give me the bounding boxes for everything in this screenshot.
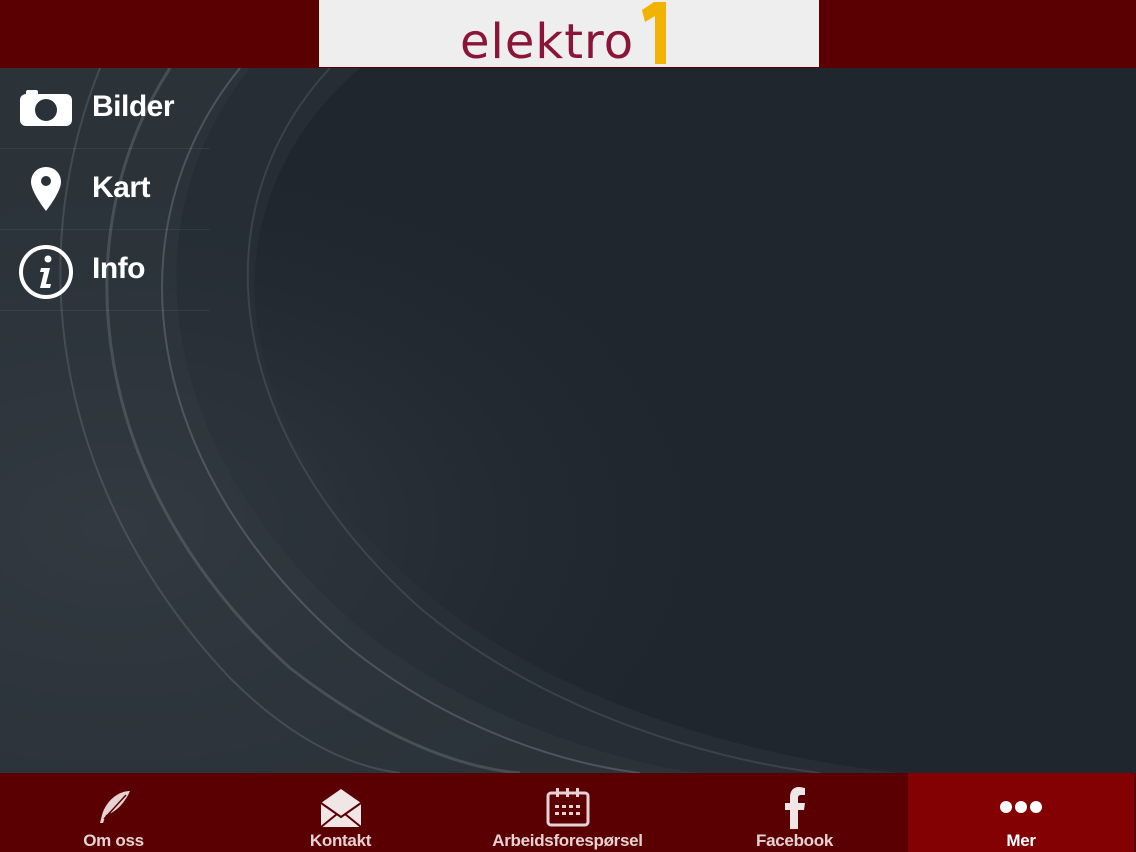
tab-label: Om oss xyxy=(83,831,144,850)
info-icon xyxy=(18,244,74,299)
menu-item-info[interactable]: Info xyxy=(0,230,210,311)
tab-om-oss[interactable]: Om oss xyxy=(0,773,227,852)
menu-item-kart[interactable]: Kart xyxy=(0,149,210,230)
svg-text:elektro: elektro xyxy=(460,14,634,67)
bottom-tab-bar: Om oss Kontakt Arbeidsforespørsel Facebo… xyxy=(0,773,1136,852)
menu-item-label: Bilder xyxy=(92,90,175,123)
menu-item-label: Kart xyxy=(92,171,151,204)
tab-mer[interactable]: Mer xyxy=(908,773,1134,852)
camera-icon xyxy=(18,82,74,134)
menu-item-bilder[interactable]: Bilder xyxy=(0,68,210,149)
tab-label: Facebook xyxy=(756,831,833,850)
calendar-icon xyxy=(544,785,592,829)
tab-label: Arbeidsforespørsel xyxy=(492,831,643,850)
more-dots-icon xyxy=(997,785,1045,829)
app-screen: elektro Bilder Kart Info Om oss Kontakt … xyxy=(0,0,1136,852)
tab-arbeidsforesporsel[interactable]: Arbeidsforespørsel xyxy=(454,773,681,852)
facebook-icon xyxy=(771,785,819,829)
elektro1-logo[interactable]: elektro xyxy=(319,0,819,67)
tab-kontakt[interactable]: Kontakt xyxy=(227,773,454,852)
envelope-icon xyxy=(317,785,365,829)
side-menu: Bilder Kart Info xyxy=(0,68,210,311)
feather-icon xyxy=(90,785,138,829)
tab-label: Mer xyxy=(1006,831,1036,850)
app-header: elektro xyxy=(0,0,1136,68)
tab-facebook[interactable]: Facebook xyxy=(681,773,908,852)
map-pin-icon xyxy=(18,163,74,215)
tab-label: Kontakt xyxy=(309,831,372,850)
menu-item-label: Info xyxy=(92,252,145,285)
